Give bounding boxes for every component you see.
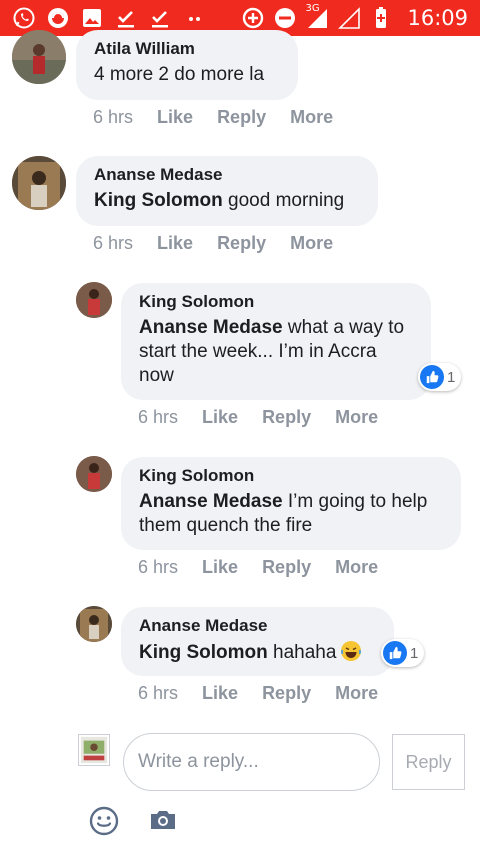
comment-text: King Solomon hahaha <box>139 640 376 665</box>
comment-text: Ananse Medase what a way to start the we… <box>139 316 413 388</box>
comment-body: hahaha <box>267 642 337 663</box>
reply-link[interactable]: Reply <box>217 107 266 128</box>
comment-bubble: King Solomon Ananse Medase I’m going to … <box>121 457 461 550</box>
like-button[interactable]: Like <box>202 557 238 578</box>
laughing-emoji-icon <box>340 640 362 662</box>
network-type: 3G <box>305 3 320 14</box>
comment-actions: 6 hrs Like Reply More <box>93 233 333 254</box>
comment-time: 6 hrs <box>93 107 134 127</box>
comment-time: 6 hrs <box>93 233 134 253</box>
comment-bubble: Ananse Medase King Solomon good morning <box>76 156 378 226</box>
mention-link[interactable]: King Solomon <box>94 190 223 211</box>
like-button[interactable]: Like <box>157 107 193 128</box>
reaction-count: 1 <box>410 644 419 662</box>
like-button[interactable]: Like <box>202 407 238 428</box>
more-link[interactable]: More <box>335 557 378 578</box>
comment-time: 6 hrs <box>138 557 179 577</box>
do-not-disturb-icon <box>273 6 297 30</box>
comment-bubble: Ananse Medase King Solomon hahaha <box>121 607 394 676</box>
data-saver-icon <box>241 6 265 30</box>
comment-bubble: King Solomon Ananse Medase what a way to… <box>121 283 431 400</box>
comment-time: 6 hrs <box>138 683 179 703</box>
signal-icon <box>337 6 361 30</box>
reply-link[interactable]: Reply <box>262 407 311 428</box>
avatar[interactable] <box>12 156 66 210</box>
opera-icon <box>46 6 70 30</box>
composer-avatar <box>78 734 110 766</box>
comment-author[interactable]: King Solomon <box>139 465 443 487</box>
notification-icons <box>12 5 206 31</box>
comment-actions: 6 hrs Like Reply More <box>93 107 333 128</box>
signal-icon: 3G <box>305 3 329 30</box>
comment-bubble: Atila William 4 more 2 do more la <box>76 30 298 100</box>
like-button[interactable]: Like <box>157 233 193 254</box>
comment-text: King Solomon good morning <box>94 189 360 213</box>
more-link[interactable]: More <box>290 107 333 128</box>
more-link[interactable]: More <box>335 407 378 428</box>
comment-actions: 6 hrs Like Reply More <box>138 557 378 578</box>
clock: 16:09 <box>407 6 468 30</box>
like-icon <box>420 365 444 389</box>
comment-actions: 6 hrs Like Reply More <box>138 407 378 428</box>
like-button[interactable]: Like <box>202 683 238 704</box>
reaction-count: 1 <box>447 368 456 386</box>
comment-time: 6 hrs <box>138 407 179 427</box>
mention-link[interactable]: Ananse Medase <box>139 491 283 512</box>
more-link[interactable]: More <box>290 233 333 254</box>
camera-icon[interactable] <box>148 805 178 835</box>
reply-input[interactable] <box>123 733 380 791</box>
download-done-icon <box>148 6 172 30</box>
comment-actions: 6 hrs Like Reply More <box>138 683 378 704</box>
download-done-icon <box>114 6 138 30</box>
comment-body: 4 more 2 do more la <box>94 64 265 85</box>
reaction-summary[interactable]: 1 <box>381 639 425 667</box>
avatar[interactable] <box>12 30 66 84</box>
reply-link[interactable]: Reply <box>262 683 311 704</box>
emoji-icon[interactable] <box>89 806 119 836</box>
avatar[interactable] <box>76 282 112 318</box>
avatar[interactable] <box>76 456 112 492</box>
comment-text: Ananse Medase I’m going to help them que… <box>139 490 443 538</box>
comment-author[interactable]: King Solomon <box>139 291 413 313</box>
whatsapp-icon <box>12 6 36 30</box>
mention-link[interactable]: King Solomon <box>139 642 268 663</box>
comment-text: 4 more 2 do more la <box>94 63 280 87</box>
comment-author[interactable]: Atila William <box>94 38 280 60</box>
more-link[interactable]: More <box>335 683 378 704</box>
gallery-icon <box>80 6 104 30</box>
reply-submit-button[interactable]: Reply <box>392 734 465 790</box>
avatar[interactable] <box>76 606 112 642</box>
mention-link[interactable]: Ananse Medase <box>139 317 283 338</box>
more-dots-icon <box>182 6 206 30</box>
like-icon <box>383 641 407 665</box>
reply-link[interactable]: Reply <box>262 557 311 578</box>
battery-icon <box>369 6 393 30</box>
system-icons: 3G 16:09 <box>241 3 468 31</box>
comment-author[interactable]: Ananse Medase <box>139 615 376 637</box>
reaction-summary[interactable]: 1 <box>418 363 462 391</box>
comment-body: good morning <box>222 190 345 211</box>
comment-author[interactable]: Ananse Medase <box>94 164 360 186</box>
reply-link[interactable]: Reply <box>217 233 266 254</box>
